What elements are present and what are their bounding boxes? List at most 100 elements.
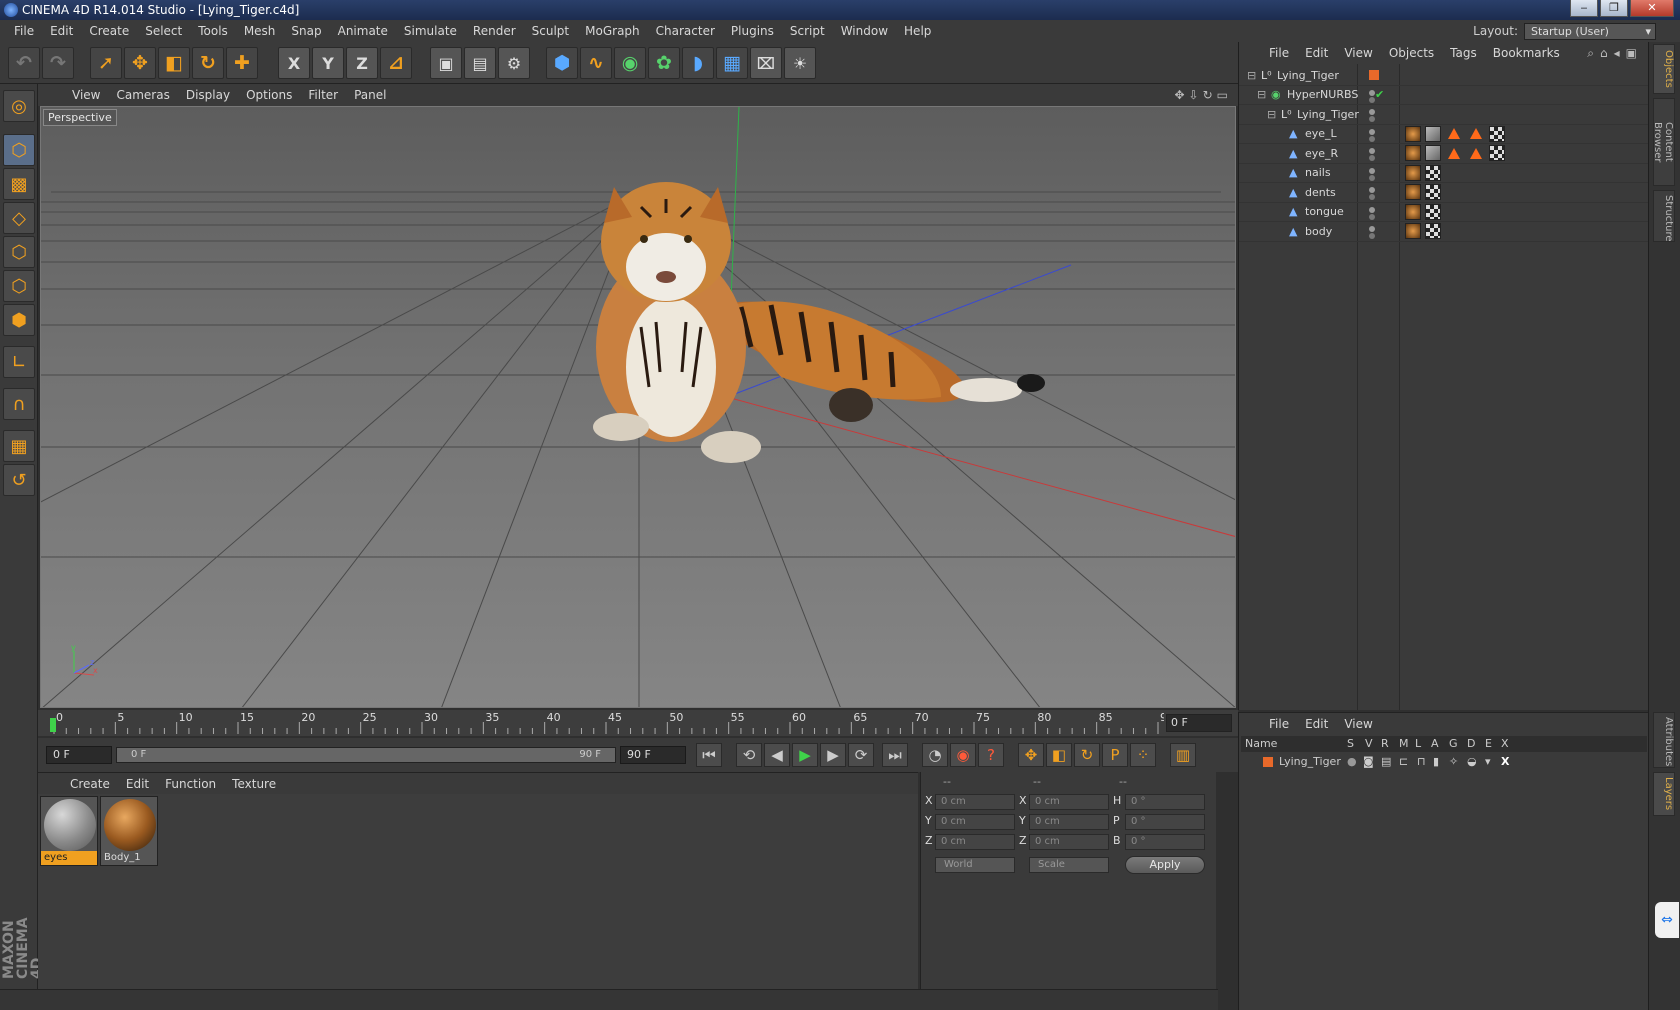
- model-mode-icon[interactable]: ⬡: [3, 134, 35, 166]
- coord-size-y-field[interactable]: 0 cm: [1029, 814, 1109, 830]
- object-menu-objects[interactable]: Objects: [1381, 46, 1442, 60]
- move-icon[interactable]: ✥: [124, 47, 156, 79]
- material-menu-create[interactable]: Create: [62, 777, 118, 791]
- spline-icon[interactable]: ∿: [580, 47, 612, 79]
- camera-icon[interactable]: ⌧: [750, 47, 782, 79]
- layer-col-xref[interactable]: X: [1501, 736, 1509, 752]
- previous-frame-icon[interactable]: ◀: [764, 743, 790, 767]
- menu-snap[interactable]: Snap: [283, 24, 329, 38]
- go-to-end-icon[interactable]: ⏭: [882, 743, 908, 767]
- floor-icon[interactable]: ▦: [716, 47, 748, 79]
- editor-visibility-dot[interactable]: [1369, 128, 1375, 135]
- editor-visibility-dot[interactable]: [1369, 148, 1375, 154]
- menu-simulate[interactable]: Simulate: [396, 24, 465, 38]
- x-axis-icon[interactable]: X: [278, 47, 310, 79]
- texture-tag-icon[interactable]: [1405, 184, 1421, 201]
- layer-col-locked[interactable]: L: [1415, 736, 1421, 752]
- texture-tag-icon[interactable]: [1405, 125, 1421, 142]
- render-settings-icon[interactable]: ⚙: [498, 47, 530, 79]
- viewport-menu-display[interactable]: Display: [178, 88, 238, 102]
- render-visibility-dot[interactable]: [1369, 233, 1375, 239]
- editor-visibility-dot[interactable]: [1369, 206, 1375, 213]
- current-frame-field[interactable]: 0 F: [1166, 714, 1232, 732]
- layer-view-icon[interactable]: ◙: [1363, 753, 1374, 771]
- menu-create[interactable]: Create: [81, 24, 137, 38]
- layer-color-swatch[interactable]: [1263, 757, 1273, 767]
- z-axis-icon[interactable]: Z: [346, 47, 378, 79]
- texture-tag-icon[interactable]: [1405, 164, 1421, 181]
- material-body[interactable]: Body_1: [100, 796, 158, 866]
- sculpt-icon[interactable]: ↺: [3, 464, 35, 496]
- polygons-mode-icon[interactable]: ⬢: [3, 304, 35, 336]
- uvw-tag-icon[interactable]: [1425, 223, 1441, 240]
- object-row[interactable]: ▲ dents: [1239, 183, 1649, 203]
- layer-col-name[interactable]: Name: [1245, 736, 1277, 752]
- uvw-tag-icon[interactable]: [1489, 125, 1505, 142]
- texture-mode-icon[interactable]: ▩: [3, 168, 35, 200]
- teamviewer-icon[interactable]: ⇔: [1655, 902, 1679, 938]
- enabled-check-icon[interactable]: ✔: [1375, 88, 1384, 101]
- edges-mode-icon[interactable]: ⬡: [3, 270, 35, 302]
- redo-icon[interactable]: ↷: [42, 47, 74, 79]
- viewport-menu-options[interactable]: Options: [238, 88, 300, 102]
- coord-scale-dropdown[interactable]: Scale: [1029, 857, 1109, 873]
- menu-script[interactable]: Script: [782, 24, 833, 38]
- nurbs-icon[interactable]: ◉: [614, 47, 646, 79]
- render-picture-viewer-icon[interactable]: ▤: [464, 47, 496, 79]
- object-menu-bookmarks[interactable]: Bookmarks: [1485, 46, 1568, 60]
- layer-col-render[interactable]: R: [1381, 736, 1389, 752]
- timeline-window-icon[interactable]: ▥: [1170, 743, 1196, 767]
- viewport-navigation-icons[interactable]: ✥⇩↻▭: [1174, 88, 1232, 102]
- next-key-icon[interactable]: ⟳: [848, 743, 874, 767]
- layer-solo-icon[interactable]: ●: [1347, 753, 1357, 771]
- menu-edit[interactable]: Edit: [42, 24, 81, 38]
- tab-structure[interactable]: Structure: [1653, 190, 1675, 242]
- viewport-menu-panel[interactable]: Panel: [346, 88, 394, 102]
- y-axis-icon[interactable]: Y: [312, 47, 344, 79]
- render-visibility-dot[interactable]: [1369, 135, 1375, 142]
- undo-icon[interactable]: ↶: [8, 47, 40, 79]
- expand-icon[interactable]: ⊟: [1267, 108, 1276, 121]
- material-menu-edit[interactable]: Edit: [118, 777, 157, 791]
- expand-icon[interactable]: ⊟: [1247, 69, 1256, 82]
- uvw-tag-icon[interactable]: [1425, 184, 1441, 201]
- selection-tag-icon[interactable]: [1448, 147, 1460, 159]
- coord-pos-y-field[interactable]: 0 cm: [935, 814, 1015, 830]
- previous-key-icon[interactable]: ⟲: [736, 743, 762, 767]
- object-menu-tags[interactable]: Tags: [1442, 46, 1485, 60]
- close-button[interactable]: ✕: [1630, 0, 1674, 17]
- material-menu-function[interactable]: Function: [157, 777, 224, 791]
- tab-layers[interactable]: Layers: [1653, 772, 1675, 816]
- object-menu-view[interactable]: View: [1336, 46, 1380, 60]
- render-visibility-dot[interactable]: [1369, 155, 1375, 161]
- coord-pos-x-field[interactable]: 0 cm: [935, 794, 1015, 810]
- coord-size-z-field[interactable]: 0 cm: [1029, 834, 1109, 850]
- object-menu-file[interactable]: File: [1261, 46, 1297, 60]
- point-level-animation-icon[interactable]: ⁘: [1130, 743, 1156, 767]
- scale-key-icon[interactable]: ◧: [1046, 743, 1072, 767]
- timeline-ruler[interactable]: 0 5 10 15 20 25 30 35 40 45 50 55 60 65 70 75 80 85 90: [48, 710, 1164, 736]
- snap-icon[interactable]: ∩: [3, 388, 35, 420]
- make-editable-icon[interactable]: ◎: [3, 90, 35, 122]
- layer-manager-icon[interactable]: ⊏: [1399, 753, 1408, 771]
- layer-deformer-icon[interactable]: ◒: [1467, 753, 1477, 771]
- phong-tag-icon[interactable]: [1425, 125, 1441, 142]
- restore-button[interactable]: ❐: [1600, 0, 1628, 17]
- play-icon[interactable]: ▶: [792, 743, 818, 767]
- menu-tools[interactable]: Tools: [190, 24, 236, 38]
- object-row[interactable]: ▲ eye_R: [1239, 144, 1649, 164]
- menu-mesh[interactable]: Mesh: [236, 24, 284, 38]
- layer-col-view[interactable]: V: [1365, 736, 1373, 752]
- uvw-tag-icon[interactable]: [1425, 164, 1441, 181]
- layer-col-solo[interactable]: S: [1347, 736, 1354, 752]
- layer-render-icon[interactable]: ▤: [1381, 753, 1391, 771]
- minimize-button[interactable]: ‒: [1570, 0, 1598, 17]
- tab-content-browser[interactable]: Content Browser: [1652, 98, 1675, 186]
- rotation-key-icon[interactable]: ↻: [1074, 743, 1100, 767]
- coord-rot-h-field[interactable]: 0 °: [1125, 794, 1205, 810]
- object-row[interactable]: ▲ body: [1239, 222, 1649, 242]
- layer-xref-icon[interactable]: X: [1501, 753, 1509, 771]
- layer-menu-view[interactable]: View: [1336, 717, 1380, 731]
- editor-visibility-dot[interactable]: [1369, 167, 1375, 174]
- object-row[interactable]: ⊟ L⁰ Lying_Tiger: [1239, 66, 1649, 86]
